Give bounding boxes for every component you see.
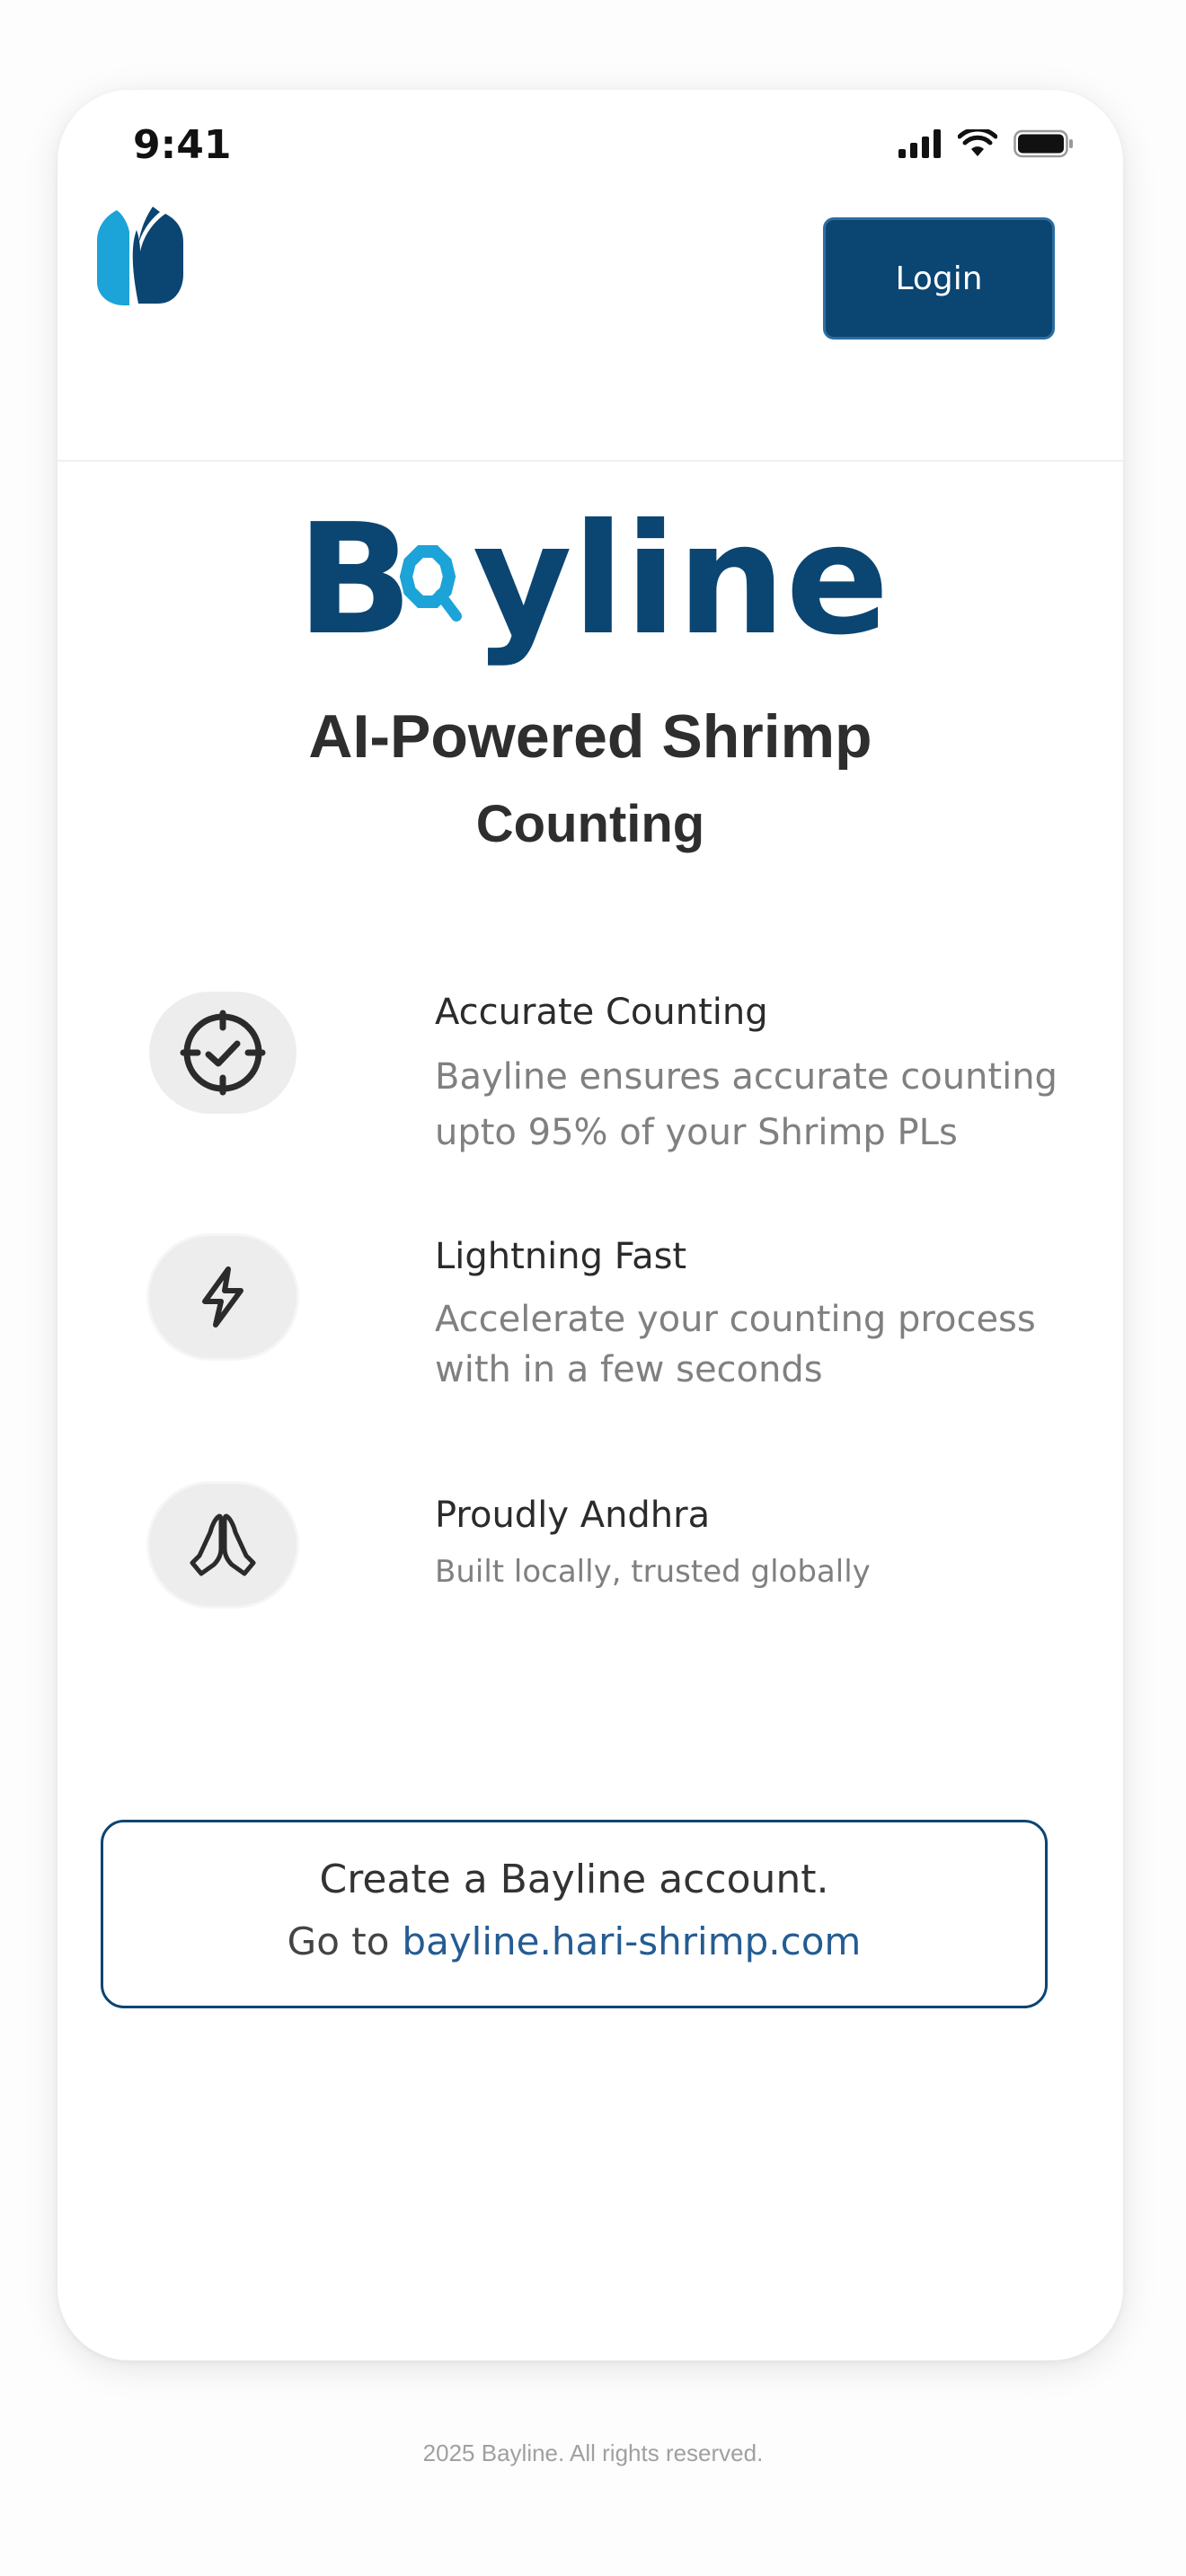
wifi-icon (958, 129, 997, 156)
status-bar: 9:41 (58, 90, 1123, 198)
feature-description-line-2: upto 95% of your Shrimp PLs (435, 1112, 958, 1153)
battery-icon (1013, 129, 1073, 158)
signal-icon (898, 129, 941, 158)
signup-link[interactable]: bayline.hari-shrimp.com (402, 1919, 861, 1963)
feature-title: Accurate Counting (435, 992, 768, 1033)
feature-icon-circle (149, 1484, 296, 1606)
feature-accurate-counting: Accurate Counting Bayline ensures accura… (149, 992, 1058, 1171)
feature-proudly-andhra: Proudly Andhra Built locally, trusted gl… (149, 1484, 1048, 1619)
headline-line-2: Counting (475, 795, 705, 853)
cta-text: Create a Bayline account. (319, 1857, 829, 1902)
status-time: 9:41 (133, 122, 232, 168)
cta-go-to-line: Go to bayline.hari-shrimp.com (103, 1919, 1045, 1963)
feature-description-line-1: Bayline ensures accurate counting (435, 1056, 1058, 1098)
feature-lightning-fast: Lightning Fast Accelerate your counting … (149, 1236, 1048, 1416)
feature-title: Proudly Andhra (435, 1495, 711, 1536)
bayline-wordmark-logo: B yline (296, 505, 886, 669)
headline: AI-Powered Shrimp Counting (58, 692, 1123, 868)
create-account-card: Create a Bayline account. Go to bayline.h… (101, 1820, 1048, 2008)
svg-text:yline: yline (473, 505, 886, 669)
praying-hands-icon (190, 1513, 256, 1576)
target-check-icon (180, 1010, 266, 1096)
phone-frame: 9:41 Login B yline AI-Powered Shrimp Cou… (58, 90, 1123, 2360)
svg-text:B: B (296, 505, 413, 669)
feature-title: Lightning Fast (435, 1236, 687, 1277)
feature-description: Built locally, trusted globally (435, 1554, 871, 1590)
login-button[interactable]: Login (823, 217, 1055, 340)
headline-line-1: AI-Powered Shrimp (308, 702, 872, 771)
feature-description-line-1: Accelerate your counting process (435, 1299, 1036, 1340)
bayline-logo-icon[interactable] (93, 205, 187, 309)
feature-description-line-2: with in a few seconds (435, 1349, 823, 1390)
status-icons (898, 129, 1075, 158)
cta-go-to-label: Go to (287, 1919, 390, 1963)
feature-icon-circle (149, 1236, 296, 1358)
footer-copyright: 2025 Bayline. All rights reserved. (422, 2439, 764, 2466)
feature-icon-circle (149, 992, 296, 1114)
lightning-icon (202, 1266, 243, 1328)
